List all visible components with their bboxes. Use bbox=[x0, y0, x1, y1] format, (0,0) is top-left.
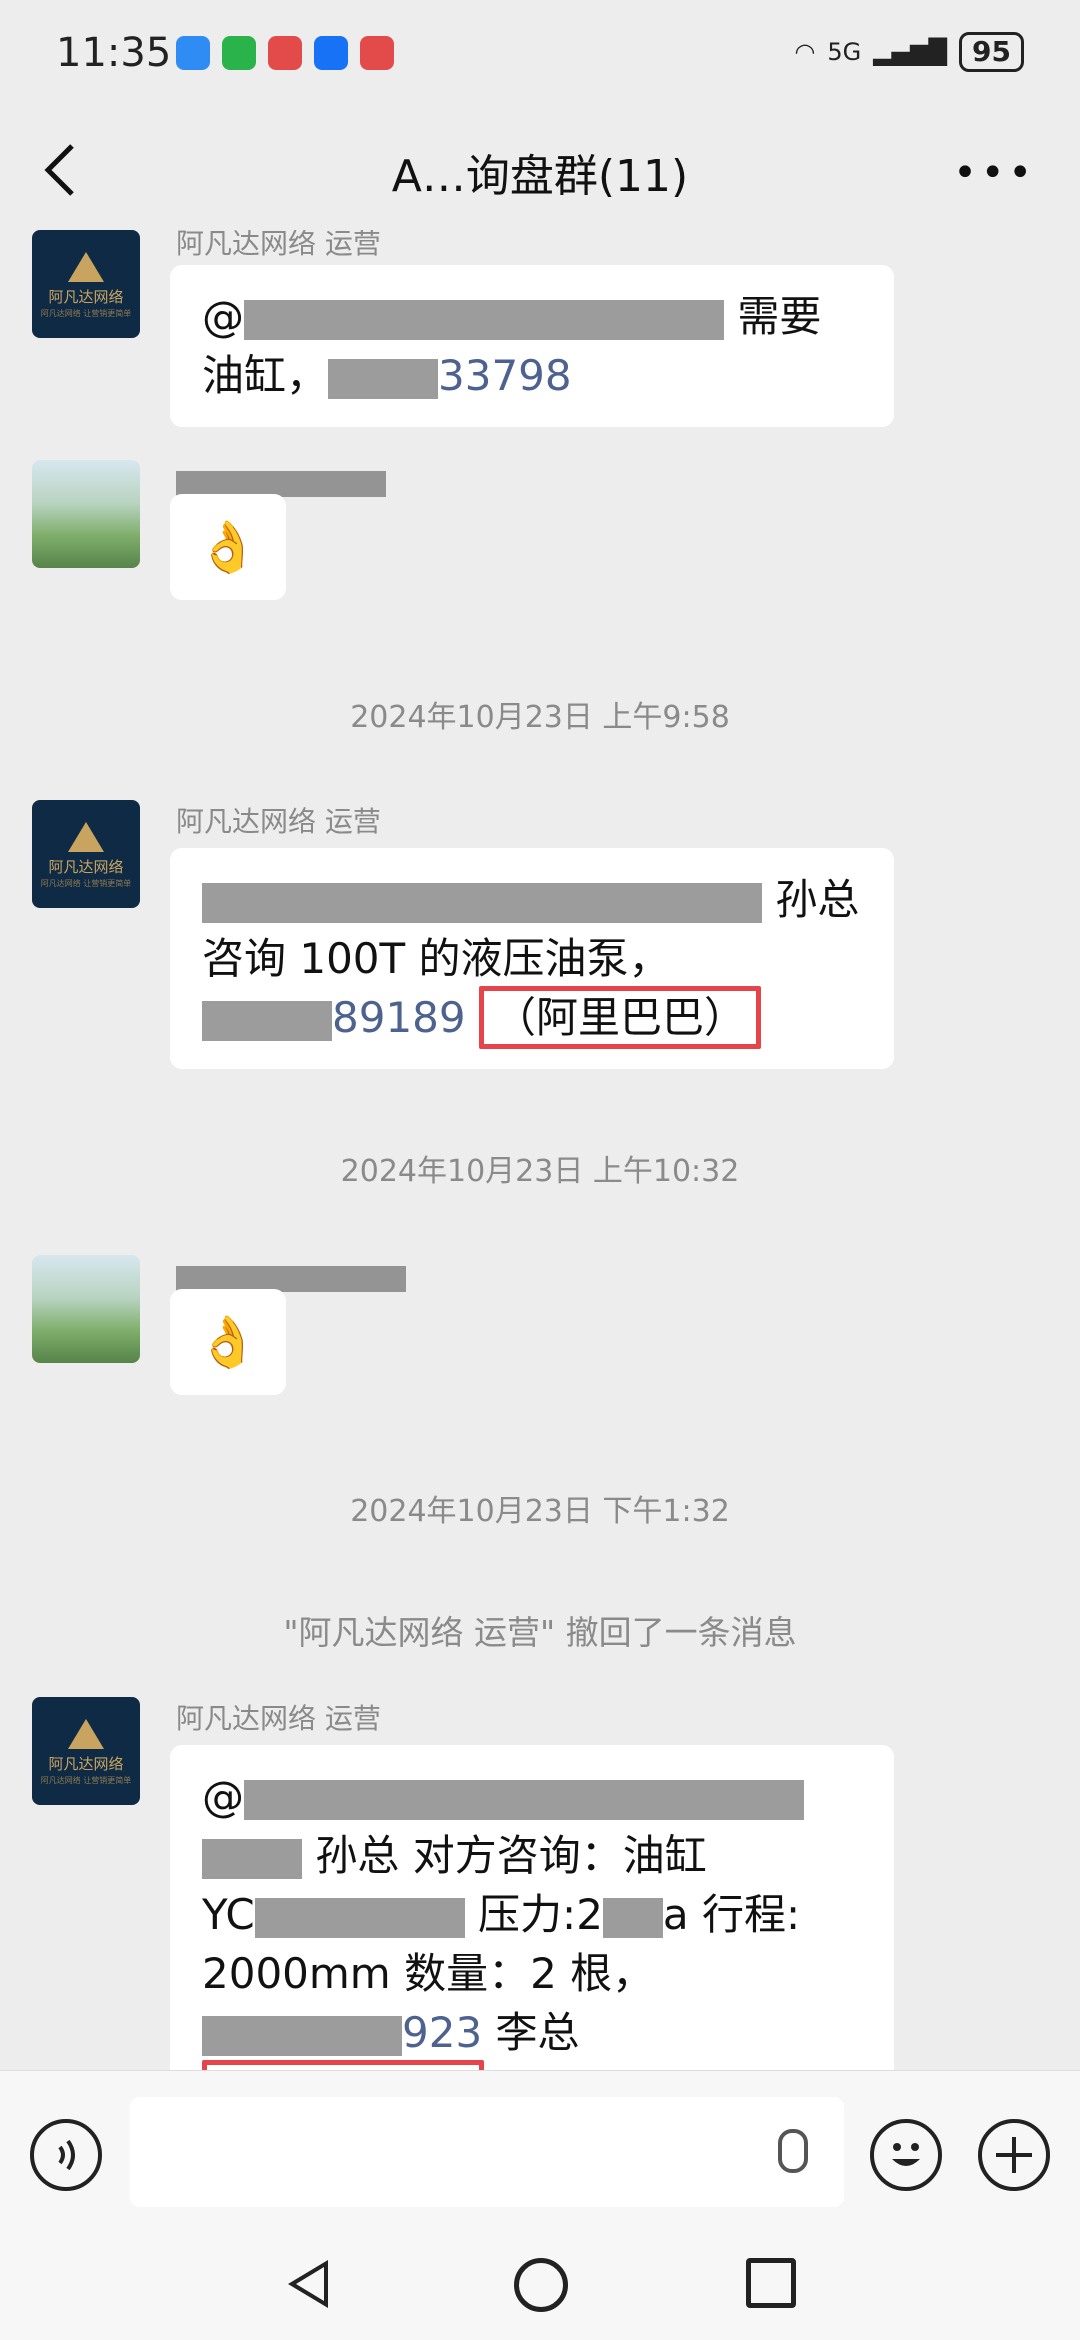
message-bubble[interactable]: @ 需要 油缸， 33798 bbox=[170, 265, 894, 427]
message-text: 孙总 bbox=[775, 875, 860, 924]
system-navigation-bar bbox=[0, 2230, 1080, 2340]
message-input[interactable] bbox=[130, 2097, 844, 2207]
brand-logo-icon bbox=[68, 822, 104, 852]
zhihu-notification-icon bbox=[314, 36, 348, 70]
redacted-block bbox=[244, 299, 724, 340]
brand-logo-icon bbox=[68, 252, 104, 282]
avatar-brand-name: 阿凡达网络 bbox=[48, 858, 124, 876]
mic-icon[interactable] bbox=[778, 2129, 808, 2173]
status-time: 11:35 bbox=[56, 30, 172, 76]
nav-home-icon[interactable] bbox=[514, 2258, 568, 2312]
avatar-brand-slogan: 阿凡达网络 让营销更简单 bbox=[40, 879, 132, 888]
nav-back-icon[interactable] bbox=[288, 2260, 328, 2308]
chat-title: A…询盘群(11) bbox=[391, 151, 689, 202]
message-text: 压力:2 bbox=[478, 1890, 603, 1939]
message-text: 咨询 100T 的液压油泵， bbox=[202, 934, 671, 983]
network-label: 5G bbox=[827, 38, 862, 66]
redacted-block bbox=[328, 358, 439, 399]
input-bar bbox=[0, 2070, 1080, 2231]
recall-notice: "阿凡达网络 运营" 撤回了一条消息 bbox=[283, 1613, 797, 1652]
book-notification-icon bbox=[268, 36, 302, 70]
message-text: 油缸， bbox=[202, 351, 329, 400]
redacted-block bbox=[202, 882, 762, 923]
status-bar: 11:35 ◠ 5G ▂▄▆█ 95 bbox=[0, 0, 1080, 110]
avatar-brand-slogan: 阿凡达网络 让营销更简单 bbox=[40, 1776, 132, 1785]
redacted-block bbox=[202, 2015, 402, 2056]
reader-notification-icon bbox=[360, 36, 394, 70]
brand-logo-icon bbox=[68, 1719, 104, 1749]
message-text: 2000mm 数量：2 根， bbox=[202, 1949, 655, 1998]
message-text: YC bbox=[202, 1890, 255, 1939]
system-icons: ◠ 5G ▂▄▆█ 95 bbox=[794, 32, 1024, 72]
avatar[interactable]: 阿凡达网络 阿凡达网络 让营销更简单 bbox=[32, 230, 140, 338]
voice-wave-icon bbox=[58, 2139, 75, 2171]
message-notification-icon bbox=[176, 36, 210, 70]
redacted-block bbox=[254, 1897, 465, 1938]
more-options-icon[interactable]: ••• bbox=[953, 153, 1036, 193]
plus-icon[interactable] bbox=[978, 2119, 1050, 2191]
plus-glyph-icon bbox=[996, 2137, 1032, 2173]
sender-name: 阿凡达网络 运营 bbox=[176, 230, 381, 260]
phone-number-link[interactable]: 89189 bbox=[332, 993, 466, 1042]
message-text: @ bbox=[202, 292, 244, 341]
redacted-block bbox=[602, 1897, 663, 1938]
avatar-brand-name: 阿凡达网络 bbox=[48, 1755, 124, 1773]
emoji-bubble[interactable]: 👌 bbox=[170, 1289, 286, 1395]
timestamp-separator: 2024年10月23日 下午1:32 bbox=[350, 1494, 730, 1529]
sender-name: 阿凡达网络 运营 bbox=[176, 1702, 381, 1735]
redacted-block bbox=[202, 1000, 332, 1041]
signal-icon: ▂▄▆█ bbox=[873, 38, 948, 66]
avatar[interactable]: 阿凡达网络 阿凡达网络 让营销更简单 bbox=[32, 800, 140, 908]
chat-history[interactable]: 阿凡达网络 阿凡达网络 让营销更简单 阿凡达网络 运营 @ 需要 油缸， 3379… bbox=[0, 230, 1080, 2070]
message-text: 需要 bbox=[737, 292, 822, 341]
timestamp-separator: 2024年10月23日 上午9:58 bbox=[350, 700, 730, 735]
message-text: 孙总 对方咨询：油缸 bbox=[315, 1831, 707, 1880]
sender-name: 阿凡达网络 运营 bbox=[176, 805, 381, 838]
redacted-block bbox=[202, 1838, 302, 1879]
phone-number-link[interactable]: 33798 bbox=[438, 351, 572, 400]
wifi-icon: ◠ bbox=[794, 38, 816, 66]
wechat-notification-icon bbox=[222, 36, 256, 70]
message-bubble[interactable]: 孙总 咨询 100T 的液压油泵， 89189 （阿里巴巴） bbox=[170, 848, 894, 1069]
voice-icon[interactable] bbox=[30, 2119, 102, 2191]
message-text: 李总 bbox=[495, 2008, 580, 2057]
redacted-block bbox=[244, 1779, 804, 1820]
avatar[interactable] bbox=[32, 460, 140, 568]
avatar[interactable] bbox=[32, 1255, 140, 1363]
phone-number-link[interactable]: 923 bbox=[402, 2008, 482, 2057]
timestamp-separator: 2024年10月23日 上午10:32 bbox=[340, 1154, 740, 1189]
emoji-bubble[interactable]: 👌 bbox=[170, 494, 286, 600]
message-text: a 行程: bbox=[662, 1890, 801, 1939]
emoji-icon[interactable] bbox=[870, 2119, 942, 2191]
avatar-brand-name: 阿凡达网络 bbox=[48, 288, 124, 306]
highlight-box: （阿里巴巴） bbox=[478, 986, 761, 1049]
avatar-brand-slogan: 阿凡达网络 让营销更简单 bbox=[40, 309, 132, 318]
nav-recents-icon[interactable] bbox=[746, 2258, 796, 2308]
highlight-box: （阿里巴巴） bbox=[202, 2060, 485, 2070]
battery-indicator: 95 bbox=[959, 32, 1024, 72]
smile-icon bbox=[892, 2143, 920, 2166]
message-bubble[interactable]: @ 孙总 对方咨询：油缸 YC 压力:2 a 行程: 2000mm 数量：2 根，… bbox=[170, 1745, 894, 2070]
avatar[interactable]: 阿凡达网络 阿凡达网络 让营销更简单 bbox=[32, 1697, 140, 1805]
chat-header: A…询盘群(11) ••• bbox=[0, 110, 1080, 230]
message-text: @ bbox=[202, 1772, 244, 1821]
